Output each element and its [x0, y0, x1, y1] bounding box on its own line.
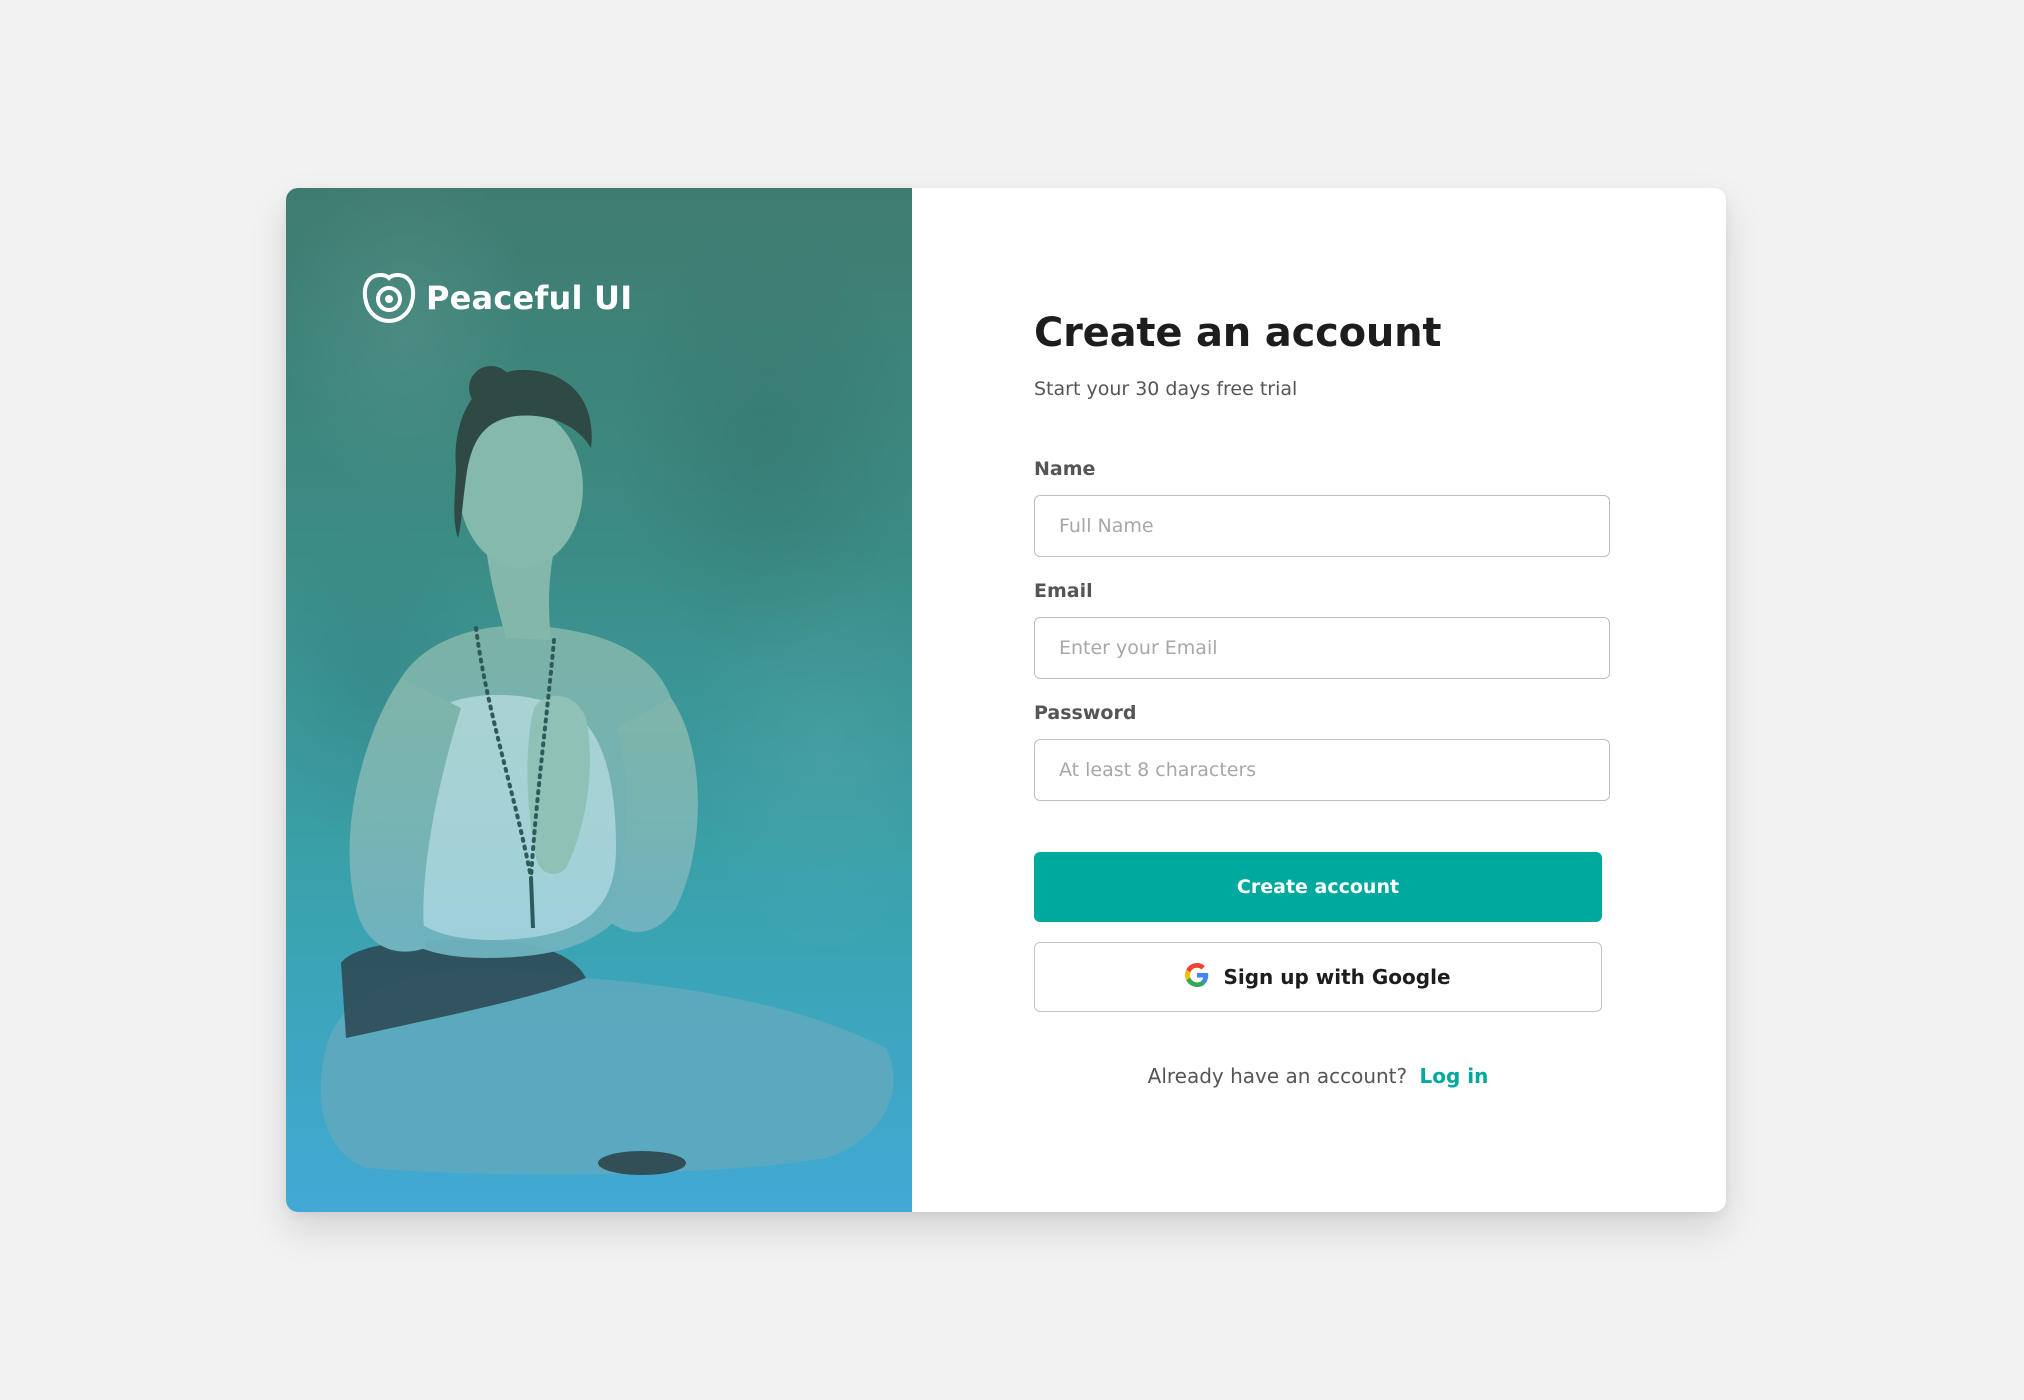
password-label: Password [1034, 702, 1137, 724]
name-input[interactable] [1034, 495, 1610, 557]
password-input[interactable] [1034, 739, 1610, 801]
hero-panel: Peaceful UI [286, 188, 912, 1212]
signup-form-panel: Create an account Start your 30 days fre… [912, 188, 1726, 1212]
google-icon [1185, 963, 1209, 991]
name-label: Name [1034, 458, 1096, 480]
page-subtitle: Start your 30 days free trial [1034, 378, 1298, 400]
google-signup-button[interactable]: Sign up with Google [1034, 942, 1602, 1012]
brand-name: Peaceful UI [426, 279, 633, 317]
email-label: Email [1034, 580, 1093, 602]
page-title: Create an account [1034, 310, 1442, 356]
login-prompt-text: Already have an account? [1147, 1064, 1408, 1088]
signup-card: Peaceful UI Create an account Start your… [286, 188, 1726, 1212]
login-prompt: Already have an account? Log in [1034, 1064, 1602, 1088]
meditation-photo [320, 366, 894, 1175]
create-account-button[interactable]: Create account [1034, 852, 1602, 922]
email-input[interactable] [1034, 617, 1610, 679]
google-button-label: Sign up with Google [1223, 965, 1451, 989]
peaceful-logo-icon [362, 272, 416, 324]
brand: Peaceful UI [362, 272, 632, 324]
login-link[interactable]: Log in [1419, 1064, 1488, 1088]
